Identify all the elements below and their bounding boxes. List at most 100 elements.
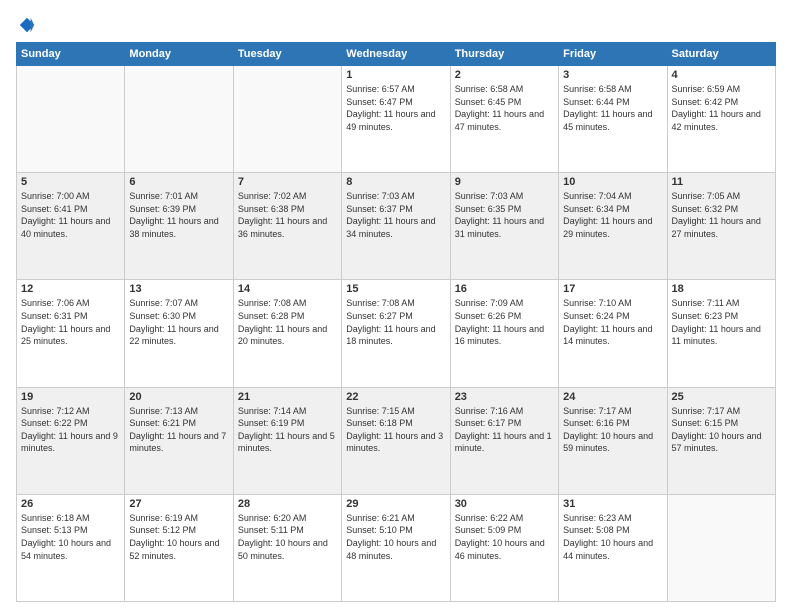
day-number: 8 [346, 176, 445, 188]
day-number: 20 [129, 391, 228, 403]
day-header-saturday: Saturday [667, 43, 775, 66]
day-info: Sunrise: 7:03 AM Sunset: 6:37 PM Dayligh… [346, 190, 445, 240]
header [16, 16, 776, 34]
day-number: 1 [346, 69, 445, 81]
day-number: 16 [455, 283, 554, 295]
day-cell: 8 Sunrise: 7:03 AM Sunset: 6:37 PM Daylig… [342, 173, 450, 280]
day-number: 26 [21, 498, 120, 510]
week-row-3: 12 Sunrise: 7:06 AM Sunset: 6:31 PM Dayli… [17, 280, 776, 387]
day-number: 9 [455, 176, 554, 188]
day-cell: 2Sunrise: 6:58 AM Sunset: 6:45 PM Daylig… [450, 66, 558, 173]
day-number: 23 [455, 391, 554, 403]
day-info: Sunrise: 7:16 AM Sunset: 6:17 PM Dayligh… [455, 405, 554, 455]
day-number: 21 [238, 391, 337, 403]
day-number: 27 [129, 498, 228, 510]
day-info: Sunrise: 6:58 AM Sunset: 6:45 PM Dayligh… [455, 83, 554, 133]
day-cell: 12 Sunrise: 7:06 AM Sunset: 6:31 PM Dayli… [17, 280, 125, 387]
day-info: Sunrise: 6:22 AM Sunset: 5:09 PM Dayligh… [455, 512, 554, 562]
day-info: Sunrise: 7:06 AM Sunset: 6:31 PM Dayligh… [21, 297, 120, 347]
day-number: 15 [346, 283, 445, 295]
day-info: Sunrise: 7:17 AM Sunset: 6:15 PM Dayligh… [672, 405, 771, 455]
day-info: Sunrise: 6:58 AM Sunset: 6:44 PM Dayligh… [563, 83, 662, 133]
logo-text [16, 16, 36, 34]
day-cell: 20 Sunrise: 7:13 AM Sunset: 6:21 PM Dayli… [125, 387, 233, 494]
day-number: 4 [672, 69, 771, 81]
calendar: SundayMondayTuesdayWednesdayThursdayFrid… [16, 42, 776, 602]
day-cell [125, 66, 233, 173]
header-row: SundayMondayTuesdayWednesdayThursdayFrid… [17, 43, 776, 66]
day-cell [233, 66, 341, 173]
day-number: 19 [21, 391, 120, 403]
day-info: Sunrise: 6:18 AM Sunset: 5:13 PM Dayligh… [21, 512, 120, 562]
day-cell: 24Sunrise: 7:17 AM Sunset: 6:16 PM Dayli… [559, 387, 667, 494]
day-cell: 10 Sunrise: 7:04 AM Sunset: 6:34 PM Dayli… [559, 173, 667, 280]
day-info: Sunrise: 7:17 AM Sunset: 6:16 PM Dayligh… [563, 405, 662, 455]
day-info: Sunrise: 7:01 AM Sunset: 6:39 PM Dayligh… [129, 190, 228, 240]
day-cell: 4Sunrise: 6:59 AM Sunset: 6:42 PM Daylig… [667, 66, 775, 173]
day-cell: 16 Sunrise: 7:09 AM Sunset: 6:26 PM Dayli… [450, 280, 558, 387]
page: SundayMondayTuesdayWednesdayThursdayFrid… [0, 0, 792, 612]
day-number: 6 [129, 176, 228, 188]
week-row-5: 26 Sunrise: 6:18 AM Sunset: 5:13 PM Dayli… [17, 494, 776, 601]
day-cell: 31 Sunrise: 6:23 AM Sunset: 5:08 PM Dayli… [559, 494, 667, 601]
day-number: 29 [346, 498, 445, 510]
day-header-sunday: Sunday [17, 43, 125, 66]
day-cell: 17 Sunrise: 7:10 AM Sunset: 6:24 PM Dayli… [559, 280, 667, 387]
day-info: Sunrise: 7:14 AM Sunset: 6:19 PM Dayligh… [238, 405, 337, 455]
day-cell: 15 Sunrise: 7:08 AM Sunset: 6:27 PM Dayli… [342, 280, 450, 387]
day-header-wednesday: Wednesday [342, 43, 450, 66]
day-number: 3 [563, 69, 662, 81]
day-number: 31 [563, 498, 662, 510]
day-cell: 22 Sunrise: 7:15 AM Sunset: 6:18 PM Dayli… [342, 387, 450, 494]
day-cell: 9 Sunrise: 7:03 AM Sunset: 6:35 PM Daylig… [450, 173, 558, 280]
day-cell: 27Sunrise: 6:19 AM Sunset: 5:12 PM Dayli… [125, 494, 233, 601]
day-info: Sunrise: 7:12 AM Sunset: 6:22 PM Dayligh… [21, 405, 120, 455]
day-info: Sunrise: 7:04 AM Sunset: 6:34 PM Dayligh… [563, 190, 662, 240]
day-header-tuesday: Tuesday [233, 43, 341, 66]
day-info: Sunrise: 6:21 AM Sunset: 5:10 PM Dayligh… [346, 512, 445, 562]
day-info: Sunrise: 7:08 AM Sunset: 6:27 PM Dayligh… [346, 297, 445, 347]
day-info: Sunrise: 6:23 AM Sunset: 5:08 PM Dayligh… [563, 512, 662, 562]
day-number: 22 [346, 391, 445, 403]
day-info: Sunrise: 6:57 AM Sunset: 6:47 PM Dayligh… [346, 83, 445, 133]
day-number: 5 [21, 176, 120, 188]
day-number: 10 [563, 176, 662, 188]
day-number: 25 [672, 391, 771, 403]
logo [16, 16, 36, 34]
day-number: 17 [563, 283, 662, 295]
day-cell: 6 Sunrise: 7:01 AM Sunset: 6:39 PM Daylig… [125, 173, 233, 280]
day-info: Sunrise: 7:08 AM Sunset: 6:28 PM Dayligh… [238, 297, 337, 347]
logo-icon [18, 16, 36, 34]
day-cell: 7Sunrise: 7:02 AM Sunset: 6:38 PM Daylig… [233, 173, 341, 280]
day-cell: 1 Sunrise: 6:57 AM Sunset: 6:47 PM Daylig… [342, 66, 450, 173]
day-number: 11 [672, 176, 771, 188]
day-number: 30 [455, 498, 554, 510]
day-cell: 28Sunrise: 6:20 AM Sunset: 5:11 PM Dayli… [233, 494, 341, 601]
day-info: Sunrise: 7:07 AM Sunset: 6:30 PM Dayligh… [129, 297, 228, 347]
day-info: Sunrise: 7:05 AM Sunset: 6:32 PM Dayligh… [672, 190, 771, 240]
week-row-4: 19 Sunrise: 7:12 AM Sunset: 6:22 PM Dayli… [17, 387, 776, 494]
day-cell [667, 494, 775, 601]
day-info: Sunrise: 7:13 AM Sunset: 6:21 PM Dayligh… [129, 405, 228, 455]
day-number: 14 [238, 283, 337, 295]
day-header-friday: Friday [559, 43, 667, 66]
day-cell: 14 Sunrise: 7:08 AM Sunset: 6:28 PM Dayli… [233, 280, 341, 387]
day-number: 12 [21, 283, 120, 295]
day-info: Sunrise: 7:15 AM Sunset: 6:18 PM Dayligh… [346, 405, 445, 455]
day-info: Sunrise: 7:10 AM Sunset: 6:24 PM Dayligh… [563, 297, 662, 347]
day-cell: 21 Sunrise: 7:14 AM Sunset: 6:19 PM Dayli… [233, 387, 341, 494]
day-number: 7 [238, 176, 337, 188]
day-cell: 11 Sunrise: 7:05 AM Sunset: 6:32 PM Dayli… [667, 173, 775, 280]
day-header-monday: Monday [125, 43, 233, 66]
day-info: Sunrise: 7:09 AM Sunset: 6:26 PM Dayligh… [455, 297, 554, 347]
week-row-1: 1 Sunrise: 6:57 AM Sunset: 6:47 PM Daylig… [17, 66, 776, 173]
day-info: Sunrise: 7:11 AM Sunset: 6:23 PM Dayligh… [672, 297, 771, 347]
day-header-thursday: Thursday [450, 43, 558, 66]
day-info: Sunrise: 7:00 AM Sunset: 6:41 PM Dayligh… [21, 190, 120, 240]
day-number: 13 [129, 283, 228, 295]
day-cell: 18 Sunrise: 7:11 AM Sunset: 6:23 PM Dayli… [667, 280, 775, 387]
day-info: Sunrise: 7:03 AM Sunset: 6:35 PM Dayligh… [455, 190, 554, 240]
day-info: Sunrise: 6:20 AM Sunset: 5:11 PM Dayligh… [238, 512, 337, 562]
day-cell: 3 Sunrise: 6:58 AM Sunset: 6:44 PM Daylig… [559, 66, 667, 173]
day-number: 18 [672, 283, 771, 295]
